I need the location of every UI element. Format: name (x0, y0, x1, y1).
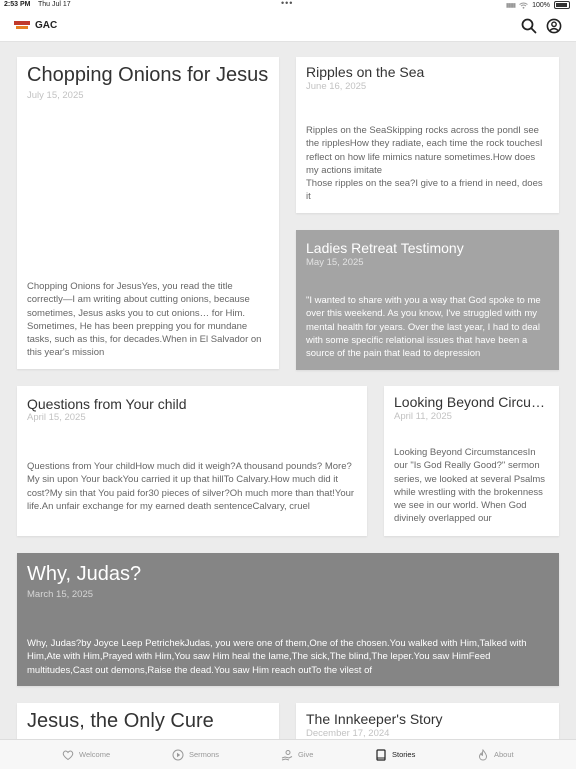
battery-icon (554, 1, 570, 9)
flame-icon (478, 748, 488, 761)
tab-label: Welcome (79, 750, 111, 759)
story-date: December 17, 2024 (306, 728, 390, 739)
story-date: June 16, 2025 (306, 81, 367, 92)
story-date: May 15, 2025 (306, 257, 364, 268)
story-title: Chopping Onions for Jesus (27, 64, 269, 86)
story-excerpt: "I wanted to share with you a way that G… (306, 295, 541, 360)
story-title: Looking Beyond Circum... (394, 394, 549, 410)
give-icon (281, 749, 293, 760)
story-card[interactable]: Looking Beyond Circum... April 11, 2025 … (384, 386, 559, 536)
tab-label: Give (298, 750, 314, 759)
story-date: April 15, 2025 (27, 412, 86, 423)
account-icon[interactable] (546, 18, 562, 34)
story-excerpt: Looking Beyond CircumstancesIn our "Is G… (394, 447, 546, 525)
status-time: 2:53 PM (4, 1, 31, 8)
tab-bar: Welcome Sermons Give Stories About (0, 739, 576, 769)
tab-sermons[interactable]: Sermons (172, 740, 219, 769)
story-card[interactable]: Chopping Onions for Jesus July 15, 2025 … (17, 57, 279, 369)
story-card[interactable]: Why, Judas? March 15, 2025 Why, Judas?by… (17, 553, 559, 686)
tab-stories[interactable]: Stories (375, 740, 415, 769)
story-title: Ripples on the Sea (306, 64, 425, 80)
play-icon (172, 749, 184, 760)
status-date: Thu Jul 17 (38, 1, 71, 8)
multitask-dots-icon[interactable]: ••• (281, 0, 293, 8)
story-date: July 15, 2025 (27, 90, 84, 101)
story-date: April 11, 2025 (394, 411, 452, 422)
story-title: Ladies Retreat Testimony (306, 240, 464, 256)
app-title: GAC (35, 20, 58, 31)
story-card[interactable]: Questions from Your child April 15, 2025… (17, 386, 367, 536)
story-title: Why, Judas? (27, 563, 142, 585)
story-title: The Innkeeper's Story (306, 711, 443, 727)
wifi-icon (519, 2, 528, 9)
story-excerpt: Questions from Your childHow much did it… (27, 461, 355, 512)
story-excerpt: Ripples on the SeaSkipping rocks across … (306, 125, 543, 203)
app-header: GAC (0, 11, 576, 42)
story-title: Questions from Your child (27, 396, 187, 412)
heart-icon (62, 750, 74, 760)
story-card[interactable]: Ladies Retreat Testimony May 15, 2025 "I… (296, 230, 559, 370)
tab-about[interactable]: About (477, 740, 514, 769)
signal-icon: ▮▮▮▮ (505, 2, 516, 9)
search-icon[interactable] (521, 18, 537, 34)
tab-give[interactable]: Give (281, 740, 313, 769)
battery-percent: 100% (532, 1, 550, 9)
tab-label: About (494, 750, 514, 759)
status-bar: 2:53 PM Thu Jul 17 ••• ▮▮▮▮ 100% (0, 0, 576, 11)
story-date: March 15, 2025 (27, 589, 94, 600)
story-excerpt: Chopping Onions for JesusYes, you read t… (27, 281, 262, 359)
status-indicators: ▮▮▮▮ 100% (506, 1, 570, 9)
tab-label: Stories (392, 750, 416, 759)
story-card[interactable]: Ripples on the Sea June 16, 2025 Ripples… (296, 57, 559, 213)
book-icon (376, 748, 386, 761)
app-logo (14, 21, 30, 31)
story-excerpt: Why, Judas?by Joyce Leep PetrichekJudas,… (27, 638, 527, 676)
tab-welcome[interactable]: Welcome (62, 740, 110, 769)
story-title: Jesus, the Only Cure (27, 710, 214, 732)
tab-label: Sermons (189, 750, 220, 759)
